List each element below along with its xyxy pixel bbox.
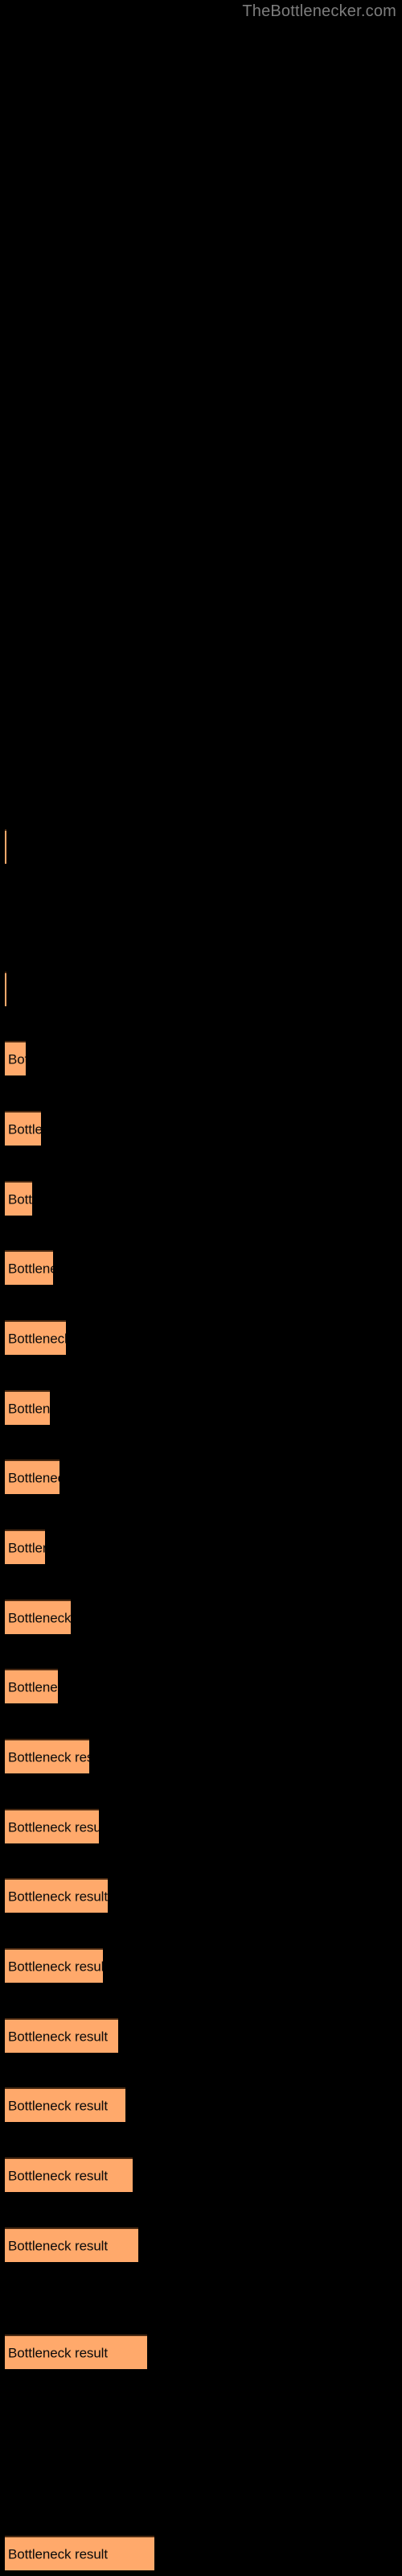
- chart-bar[interactable]: Bottleneck result: [5, 1948, 103, 1983]
- chart-bar-label: Bottleneck result: [8, 1470, 59, 1485]
- bar-row: Bottleneck result: [0, 829, 402, 864]
- chart-bar[interactable]: Bottleneck result: [5, 1320, 66, 1355]
- chart-bar[interactable]: Bottleneck result: [5, 829, 6, 864]
- bar-row: Bottleneck result: [0, 1600, 402, 1634]
- bar-row: Bottleneck result: [0, 1530, 402, 1564]
- chart-bar-label: Bottleneck result: [8, 1121, 41, 1137]
- chart-bar-label: Bottleneck result: [8, 2345, 108, 2360]
- chart-bar[interactable]: Bottleneck result: [5, 1739, 89, 1773]
- chart-bar-label: Bottleneck result: [8, 2098, 108, 2113]
- chart-bar[interactable]: Bottleneck result: [5, 1878, 108, 1913]
- bar-row: Bottleneck result: [0, 1739, 402, 1773]
- chart-bar[interactable]: Bottleneck result: [5, 1459, 59, 1494]
- chart-bar-label: Bottleneck result: [8, 1819, 99, 1835]
- chart-bar[interactable]: Bottleneck result: [5, 2018, 118, 2053]
- chart-bar-label: Bottleneck result: [8, 1401, 50, 1416]
- chart-bar[interactable]: Bottleneck result: [5, 1600, 71, 1634]
- chart-bar-label: Bottleneck result: [8, 1540, 45, 1555]
- chart-bar[interactable]: Bottleneck result: [5, 2157, 133, 2192]
- bar-row: Bottleneck result: [0, 2018, 402, 2053]
- chart-bar[interactable]: Bottleneck result: [5, 1041, 26, 1075]
- chart-bar[interactable]: Bottleneck result: [5, 1669, 58, 1703]
- bar-row: Bottleneck result: [0, 1181, 402, 1216]
- chart-bar-label: Bottleneck result: [8, 1679, 58, 1695]
- bar-row: Bottleneck result: [0, 1809, 402, 1843]
- bar-row: Bottleneck result: [0, 2536, 402, 2570]
- chart-bar[interactable]: Bottleneck result: [5, 1390, 50, 1425]
- bar-row: Bottleneck result: [0, 1878, 402, 1913]
- bar-row: Bottleneck result: [0, 1320, 402, 1355]
- chart-bar[interactable]: Bottleneck result: [5, 1530, 45, 1564]
- chart-bar[interactable]: Bottleneck result: [5, 2227, 138, 2262]
- bar-row: Bottleneck result: [0, 2157, 402, 2192]
- bar-row: Bottleneck result: [0, 2087, 402, 2122]
- chart-bar-label: Bottleneck result: [8, 1749, 89, 1765]
- bar-row: Bottleneck result: [0, 2227, 402, 2262]
- bar-row: Bottleneck result: [0, 1390, 402, 1425]
- chart-bar[interactable]: Bottleneck result: [5, 2087, 125, 2122]
- chart-bar[interactable]: Bottleneck result: [5, 2334, 147, 2369]
- chart-bar[interactable]: Bottleneck result: [5, 1250, 53, 1285]
- bar-row: Bottleneck result: [0, 1250, 402, 1285]
- chart-bar-label: Bottleneck result: [8, 2238, 108, 2253]
- chart-bar-label: Bottleneck result: [8, 1191, 32, 1207]
- chart-bar-label: Bottleneck result: [8, 1261, 53, 1276]
- chart-bar-label: Bottleneck result: [8, 1889, 108, 1904]
- bar-row: Bottleneck result: [0, 1459, 402, 1494]
- chart-bar[interactable]: Bottleneck result: [5, 972, 6, 1006]
- chart-bar-label: Bottleneck result: [8, 2546, 108, 2562]
- bottleneck-bar-chart: Bottleneck result Bottleneck result Bottle…: [0, 0, 402, 2576]
- chart-bar[interactable]: Bottleneck result: [5, 1809, 99, 1843]
- chart-bar[interactable]: Bottleneck result: [5, 1181, 32, 1216]
- chart-bar-label: Bottleneck result: [8, 2029, 108, 2044]
- chart-bar-label: Bottleneck result: [8, 1959, 103, 1974]
- bar-row: Bottleneck result: [0, 1111, 402, 1146]
- chart-bar[interactable]: Bottleneck result: [5, 1111, 41, 1146]
- chart-bar-label: Bottleneck result: [8, 1610, 71, 1625]
- bar-row: Bottleneck result: [0, 972, 402, 1006]
- chart-bar[interactable]: Bottleneck result: [5, 2536, 154, 2570]
- chart-bar-label: Bottleneck result: [8, 2168, 108, 2183]
- bar-row: Bottleneck result: [0, 1948, 402, 1983]
- chart-bar-label: Bottleneck result: [8, 1051, 26, 1067]
- chart-bar-label: Bottleneck result: [8, 1331, 66, 1346]
- bar-row: Bottleneck result: [0, 1041, 402, 1075]
- bar-row: Bottleneck result: [0, 1669, 402, 1703]
- bar-row: Bottleneck result: [0, 2334, 402, 2369]
